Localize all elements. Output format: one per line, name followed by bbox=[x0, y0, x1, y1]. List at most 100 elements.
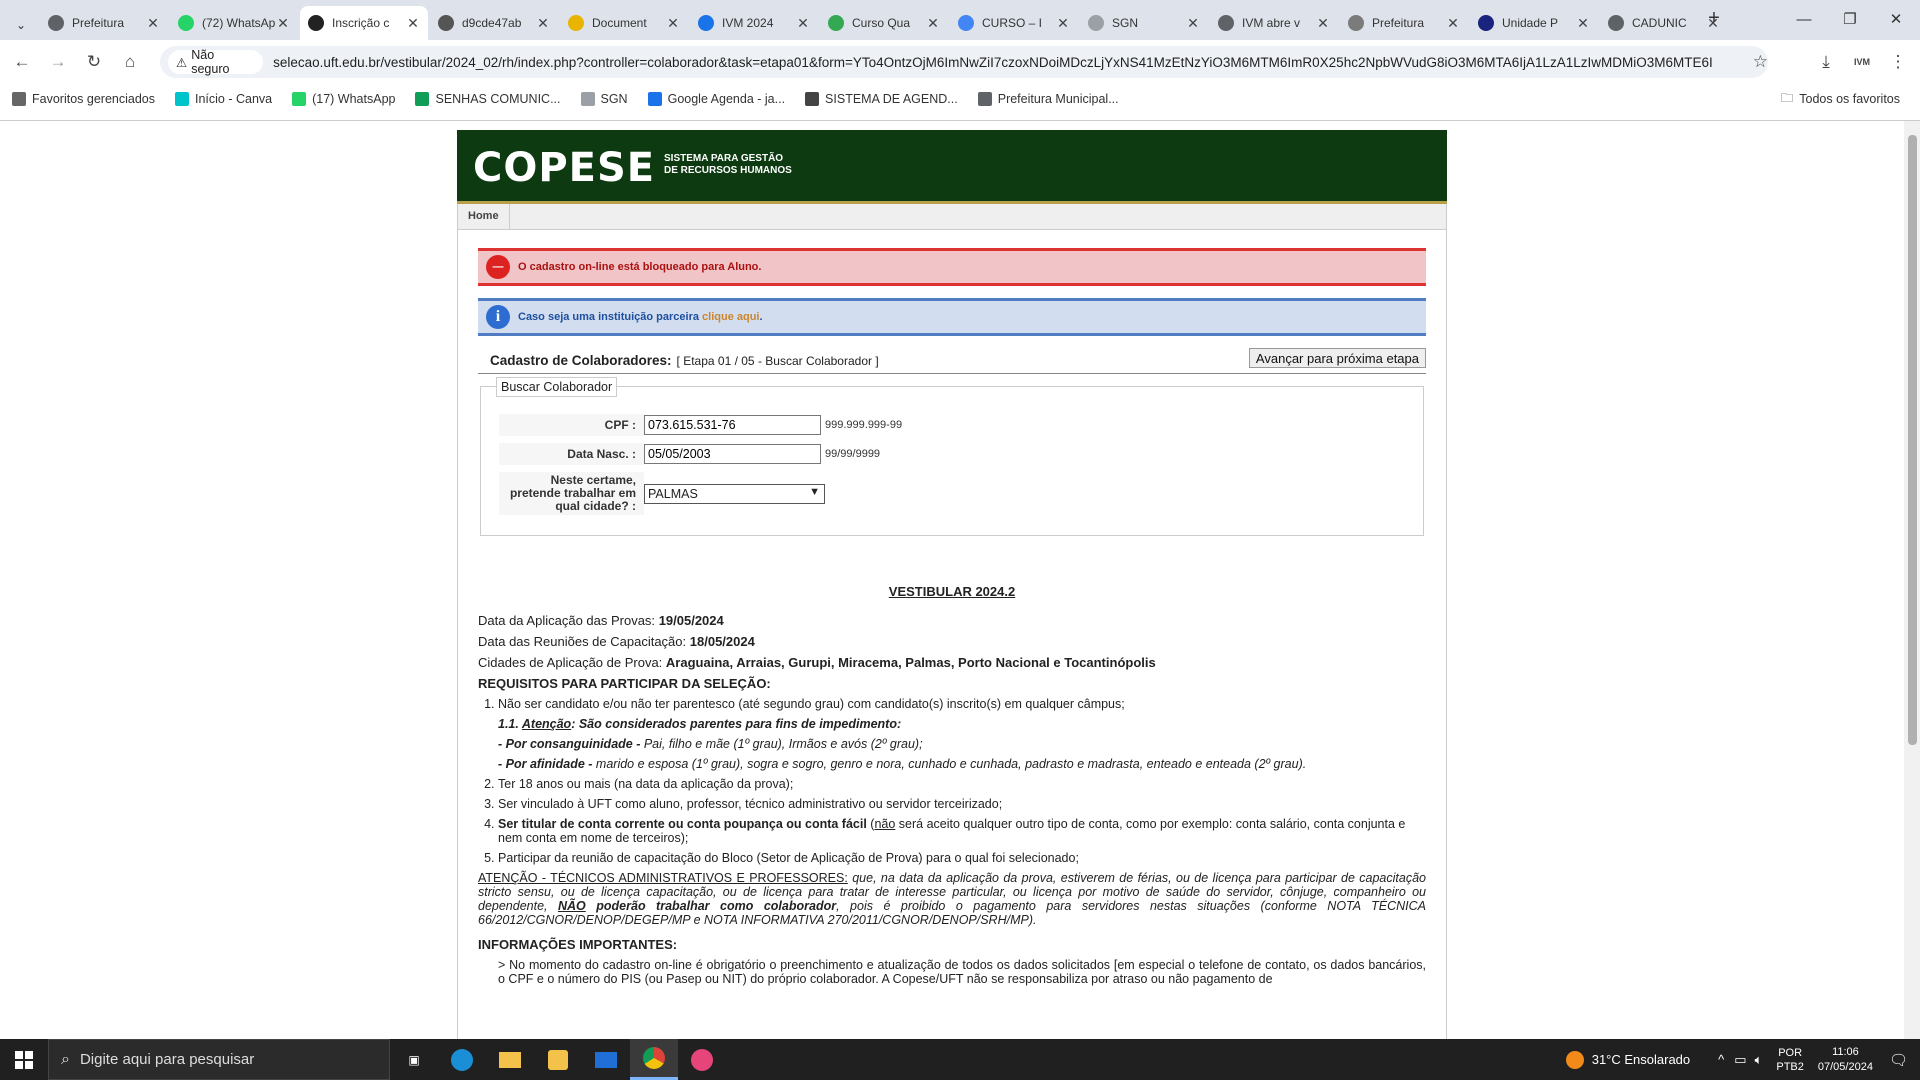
mail-icon[interactable] bbox=[582, 1039, 630, 1080]
bookmark-item[interactable]: SENHAS COMUNIC... bbox=[415, 92, 561, 106]
tab-strip: ⌄ Prefeitura ✕ (72) WhatsApp ✕ Inscrição c ✕ d… bbox=[0, 0, 1920, 40]
download-icon[interactable]: ⤓ bbox=[1812, 48, 1840, 76]
security-chip[interactable]: ⚠ Não seguro bbox=[168, 48, 264, 76]
site-subtitle-line1: SISTEMA PARA GESTÃO bbox=[664, 153, 784, 164]
partner-link[interactable]: clique aqui bbox=[702, 311, 759, 323]
tab-title: d9cde47ab bbox=[462, 16, 522, 30]
browser-tab[interactable]: Prefeitura ✕ bbox=[1340, 6, 1468, 40]
reload-icon[interactable]: ↻ bbox=[80, 48, 108, 76]
bookmark-item[interactable]: Google Agenda - ja... bbox=[647, 92, 785, 106]
back-icon[interactable]: ← bbox=[8, 48, 36, 76]
chrome-icon[interactable] bbox=[630, 1039, 678, 1080]
browser-tab[interactable]: CURSO – I ✕ bbox=[950, 6, 1078, 40]
close-tab-icon[interactable]: ✕ bbox=[926, 15, 940, 32]
all-bookmarks[interactable]: 🗀 Todos os favoritos bbox=[1781, 89, 1900, 110]
tray-chevron-icon[interactable]: ^ bbox=[1718, 1052, 1724, 1067]
close-tab-icon[interactable]: ✕ bbox=[1056, 15, 1070, 32]
requirement-item: Participar da reunião de capacitação do … bbox=[498, 851, 1426, 865]
browser-tab[interactable]: Unidade P ✕ bbox=[1470, 6, 1598, 40]
language-indicator[interactable]: POR PTB2 bbox=[1776, 1046, 1804, 1074]
taskbar-search[interactable]: ⌕ Digite aqui para pesquisar bbox=[48, 1039, 390, 1080]
close-tab-icon[interactable]: ✕ bbox=[796, 15, 810, 32]
partner-prefix: Caso seja uma instituição parceira bbox=[518, 311, 703, 323]
clock[interactable]: 11:06 07/05/2024 bbox=[1818, 1045, 1873, 1075]
menu-home[interactable]: Home bbox=[458, 204, 510, 229]
cpf-input[interactable] bbox=[644, 415, 821, 435]
browser-tab[interactable]: Curso Qua ✕ bbox=[820, 6, 948, 40]
search-icon: ⌕ bbox=[61, 1050, 70, 1068]
browser-tab[interactable]: IVM 2024 ✕ bbox=[690, 6, 818, 40]
close-tab-icon[interactable]: ✕ bbox=[276, 15, 290, 32]
minimize-icon[interactable]: — bbox=[1784, 8, 1824, 32]
all-bookmarks-label: Todos os favoritos bbox=[1799, 92, 1900, 106]
store-icon[interactable] bbox=[534, 1039, 582, 1080]
bookmark-item[interactable]: Favoritos gerenciados bbox=[12, 92, 155, 106]
cities-label: Cidades de Aplicação de Prova: bbox=[478, 655, 663, 670]
city-select[interactable]: PALMAS ▼ bbox=[644, 483, 825, 504]
tab-title: SGN bbox=[1112, 16, 1139, 30]
browser-tab[interactable]: SGN ✕ bbox=[1080, 6, 1208, 40]
language-code: POR bbox=[1778, 1046, 1803, 1059]
close-window-icon[interactable]: ✕ bbox=[1876, 8, 1916, 32]
windows-taskbar: ⌕ Digite aqui para pesquisar ▣ 31°C Ensol… bbox=[0, 1039, 1920, 1080]
browser-tab[interactable]: IVM abre v ✕ bbox=[1210, 6, 1338, 40]
weather-text[interactable]: 31°C Ensolarado bbox=[1592, 1052, 1690, 1067]
tab-search-button[interactable]: ⌄ bbox=[0, 8, 40, 42]
tab-title: (72) WhatsApp bbox=[202, 16, 276, 30]
birth-date-input[interactable] bbox=[644, 444, 821, 464]
affinity-label: - Por afinidade - bbox=[498, 757, 593, 771]
browser-tab[interactable]: Prefeitura ✕ bbox=[40, 6, 168, 40]
profile-avatar[interactable]: IVM bbox=[1848, 48, 1876, 76]
cpf-row: CPF : 999.999.999-99 bbox=[499, 414, 902, 436]
menu-kebab-icon[interactable]: ⋮ bbox=[1884, 48, 1912, 76]
form-header: Cadastro de Colaboradores: [ Etapa 01 / … bbox=[478, 348, 1426, 374]
bookmark-item[interactable]: SGN bbox=[580, 92, 628, 106]
close-tab-icon[interactable]: ✕ bbox=[1446, 15, 1460, 32]
forward-icon[interactable]: → bbox=[44, 48, 72, 76]
requirement-item: Ser vinculado à UFT como aluno, professo… bbox=[498, 797, 1426, 811]
next-step-button[interactable]: Avançar para próxima etapa bbox=[1248, 348, 1426, 368]
app-icon[interactable] bbox=[678, 1039, 726, 1080]
close-tab-icon[interactable]: ✕ bbox=[1186, 15, 1200, 32]
bookmark-item[interactable]: SISTEMA DE AGEND... bbox=[805, 92, 958, 106]
page-scrollbar[interactable] bbox=[1904, 121, 1920, 1039]
meeting-date-line: Data das Reuniões de Capacitação: 18/05/… bbox=[478, 634, 1426, 649]
close-tab-icon[interactable]: ✕ bbox=[536, 15, 550, 32]
task-view-icon[interactable]: ▣ bbox=[390, 1039, 438, 1080]
tab-title: Prefeitura bbox=[1372, 16, 1425, 30]
browser-tab[interactable]: Document ✕ bbox=[560, 6, 688, 40]
bookmark-item[interactable]: Início - Canva bbox=[174, 92, 272, 106]
volume-icon[interactable]: 🔈︎ bbox=[1755, 1052, 1763, 1068]
requirement-item: Ser titular de conta corrente ou conta p… bbox=[498, 817, 1426, 845]
cpf-hint: 999.999.999-99 bbox=[825, 419, 903, 431]
taskbar-search-placeholder: Digite aqui para pesquisar bbox=[79, 1051, 255, 1068]
address-bar[interactable]: ⚠ Não seguro selecao.uft.edu.br/vestibula… bbox=[160, 46, 1768, 78]
new-tab-button[interactable]: + bbox=[1694, 6, 1734, 30]
file-explorer-icon[interactable] bbox=[486, 1039, 534, 1080]
kinship-attention: 1.1. Atenção: São considerados parentes … bbox=[498, 717, 1426, 731]
browser-tab[interactable]: (72) WhatsApp ✕ bbox=[170, 6, 298, 40]
page-viewport: COPESE SISTEMA PARA GESTÃO DE RECURSOS HU… bbox=[0, 121, 1904, 1039]
site-menu: Home bbox=[457, 204, 1447, 230]
birth-row: Data Nasc. : 99/99/9999 bbox=[499, 443, 880, 465]
bookmark-icon bbox=[415, 92, 430, 106]
browser-tab[interactable]: d9cde47ab ✕ bbox=[430, 6, 558, 40]
close-tab-icon[interactable]: ✕ bbox=[666, 15, 680, 32]
tab-title: IVM 2024 bbox=[722, 16, 774, 30]
windows-start-icon[interactable] bbox=[0, 1039, 48, 1080]
bookmark-item[interactable]: (17) WhatsApp bbox=[292, 92, 395, 106]
restore-icon[interactable]: ❐ bbox=[1830, 8, 1870, 32]
close-tab-icon[interactable]: ✕ bbox=[406, 15, 420, 32]
edge-icon[interactable] bbox=[438, 1039, 486, 1080]
notification-icon[interactable]: 🗨︎ bbox=[1889, 1051, 1908, 1069]
close-tab-icon[interactable]: ✕ bbox=[1576, 15, 1590, 32]
bookmark-item[interactable]: Prefeitura Municipal... bbox=[977, 92, 1119, 106]
close-tab-icon[interactable]: ✕ bbox=[1316, 15, 1330, 32]
home-icon[interactable]: ⌂ bbox=[116, 48, 144, 76]
close-tab-icon[interactable]: ✕ bbox=[146, 15, 160, 32]
network-icon[interactable]: ▭ bbox=[1734, 1052, 1746, 1068]
star-icon[interactable]: ☆ bbox=[1753, 52, 1768, 72]
browser-tab[interactable]: Inscrição c ✕ bbox=[300, 6, 428, 40]
url-text[interactable]: selecao.uft.edu.br/vestibular/2024_02/rh… bbox=[273, 55, 1749, 70]
scrollbar-thumb[interactable] bbox=[1908, 135, 1917, 745]
